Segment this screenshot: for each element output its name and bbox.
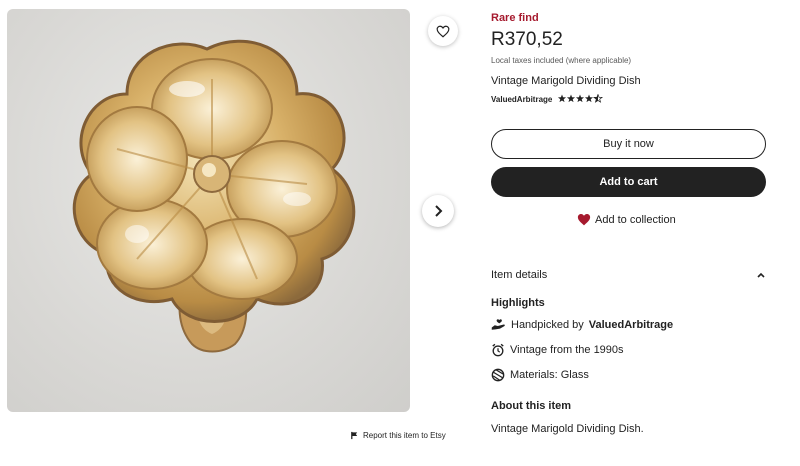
- rare-find-badge: Rare find: [491, 12, 539, 24]
- chevron-up-icon: [757, 272, 765, 278]
- about-item-text: Vintage Marigold Dividing Dish.: [491, 423, 644, 435]
- handpicked-prefix: Handpicked by: [511, 318, 584, 331]
- highlight-handpicked: Handpicked by ValuedArbitrage: [491, 318, 673, 331]
- favorite-button[interactable]: [428, 16, 458, 46]
- flag-icon: [351, 431, 358, 440]
- add-to-cart-button[interactable]: Add to cart: [491, 167, 766, 197]
- price: R370,52: [491, 29, 563, 50]
- product-title: Vintage Marigold Dividing Dish: [491, 75, 641, 87]
- heart-outline-icon: [436, 25, 450, 38]
- add-to-collection-button[interactable]: Add to collection: [577, 213, 676, 226]
- hand-heart-icon: [491, 319, 505, 330]
- item-details-toggle[interactable]: Item details: [491, 266, 766, 284]
- shop-name-link[interactable]: ValuedArbitrage: [491, 95, 552, 104]
- shop-rating-row: ValuedArbitrage: [491, 93, 604, 105]
- report-label: Report this item to Etsy: [363, 431, 446, 440]
- product-photo[interactable]: [7, 9, 410, 412]
- add-to-collection-label: Add to collection: [595, 213, 676, 226]
- marigold-dish-image: [72, 39, 356, 353]
- highlight-materials: Materials: Glass: [491, 368, 589, 382]
- heart-filled-icon: [577, 213, 591, 226]
- chevron-right-icon: [435, 205, 443, 217]
- vintage-text: Vintage from the 1990s: [510, 344, 624, 356]
- next-image-button[interactable]: [422, 195, 454, 227]
- materials-text: Materials: Glass: [510, 369, 589, 381]
- report-item-link[interactable]: Report this item to Etsy: [350, 431, 446, 440]
- materials-icon: [491, 368, 505, 382]
- about-item-label: About this item: [491, 400, 572, 412]
- highlight-vintage: Vintage from the 1990s: [491, 343, 624, 357]
- handpicked-shop[interactable]: ValuedArbitrage: [589, 319, 673, 331]
- star-rating-icon: [558, 93, 604, 103]
- buy-it-now-button[interactable]: Buy it now: [491, 129, 766, 159]
- rating-stars: [556, 93, 604, 105]
- alarm-clock-icon: [492, 343, 504, 357]
- tax-note: Local taxes included (where applicable): [491, 56, 632, 65]
- item-details-header: Item details: [491, 269, 548, 281]
- highlights-label: Highlights: [491, 297, 545, 309]
